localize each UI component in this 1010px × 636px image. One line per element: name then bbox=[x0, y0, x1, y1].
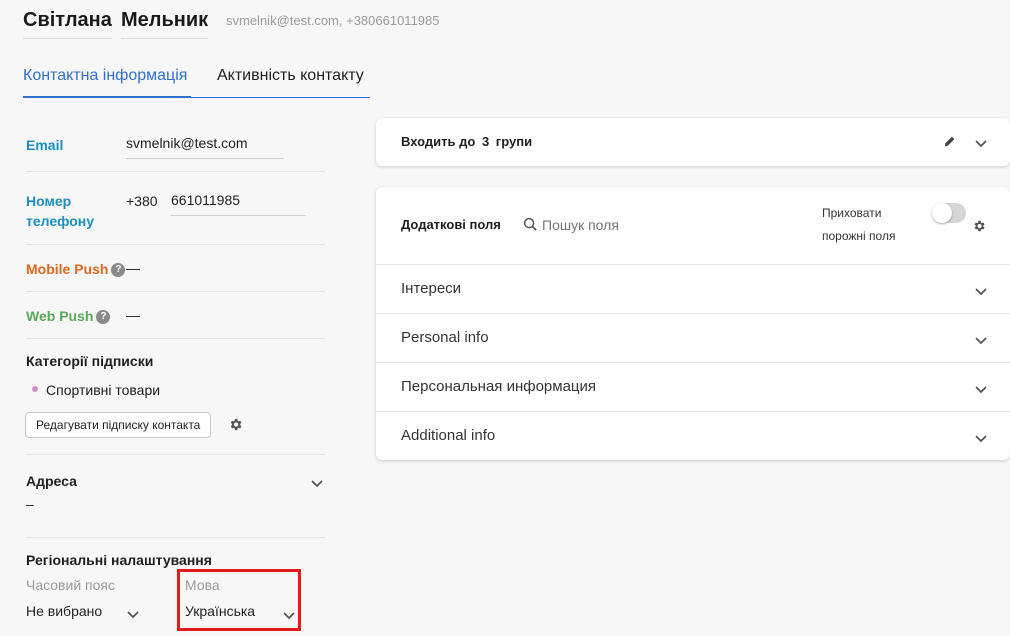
language-label: Мова bbox=[185, 577, 220, 593]
divider bbox=[376, 264, 1010, 265]
divider bbox=[376, 362, 1010, 363]
hide-empty-label-line2: порожні поля bbox=[822, 229, 896, 243]
gear-icon[interactable] bbox=[228, 417, 243, 432]
section-personal-info[interactable]: Personal info bbox=[401, 329, 489, 346]
timezone-select[interactable]: Не вибрано bbox=[26, 603, 102, 619]
email-label: Email bbox=[26, 137, 64, 153]
section-personal-information-ru[interactable]: Персональная информация bbox=[401, 378, 596, 395]
divider bbox=[26, 338, 325, 339]
search-icon bbox=[523, 217, 537, 231]
extra-fields-title: Додаткові поля bbox=[401, 217, 501, 232]
tab-contact-info[interactable]: Контактна інформація bbox=[23, 67, 187, 97]
chevron-down-icon[interactable] bbox=[125, 606, 141, 622]
divider bbox=[376, 411, 1010, 412]
help-icon[interactable]: ? bbox=[111, 263, 126, 278]
phone-label-line2: телефону bbox=[26, 213, 94, 229]
timezone-label: Часовий пояс bbox=[26, 577, 115, 593]
mobile-push-label-text: Mobile Push bbox=[26, 261, 109, 277]
subscription-categories-title: Категорії підписки bbox=[26, 353, 154, 369]
subscription-item: Спортивні товари bbox=[46, 382, 161, 398]
language-select[interactable]: Українська bbox=[185, 603, 255, 619]
chevron-down-icon[interactable] bbox=[973, 381, 989, 397]
phone-number-field[interactable]: 661011985 bbox=[171, 192, 306, 216]
mobile-push-value: — bbox=[126, 260, 140, 276]
divider bbox=[26, 171, 325, 172]
contact-summary: svmelnik@test.com, +380661011985 bbox=[226, 13, 440, 28]
groups-summary: Входить до 3 групи bbox=[401, 134, 532, 149]
gear-icon[interactable] bbox=[972, 219, 986, 233]
hide-empty-toggle[interactable] bbox=[932, 203, 966, 223]
section-interests[interactable]: Інтереси bbox=[401, 280, 461, 297]
hide-empty-label-line1: Приховати bbox=[822, 206, 882, 220]
pencil-icon[interactable] bbox=[943, 135, 956, 148]
chevron-down-icon[interactable] bbox=[281, 607, 297, 623]
web-push-label-text: Web Push bbox=[26, 308, 94, 324]
chevron-down-icon[interactable] bbox=[973, 332, 989, 348]
address-title: Адреса bbox=[26, 473, 77, 489]
extra-fields-card: Додаткові поля Приховати порожні поля Ін… bbox=[376, 187, 1010, 460]
phone-country-code[interactable]: +380 bbox=[126, 193, 158, 209]
address-value: – bbox=[26, 496, 34, 512]
divider bbox=[26, 291, 325, 292]
phone-label-line1: Номер bbox=[26, 193, 72, 209]
groups-suffix: групи bbox=[495, 134, 533, 149]
section-additional-info[interactable]: Additional info bbox=[401, 427, 495, 444]
bullet-dot bbox=[32, 386, 38, 392]
groups-card[interactable]: Входить до 3 групи bbox=[376, 118, 1010, 166]
groups-count: 3 bbox=[481, 134, 490, 149]
chevron-down-icon[interactable] bbox=[309, 475, 325, 491]
divider bbox=[26, 244, 325, 245]
active-tab-indicator bbox=[23, 96, 191, 98]
web-push-value: — bbox=[126, 307, 140, 323]
groups-prefix: Входить до bbox=[401, 134, 476, 149]
chevron-down-icon[interactable] bbox=[973, 135, 989, 151]
email-field[interactable]: svmelnik@test.com bbox=[126, 135, 284, 159]
divider bbox=[26, 537, 325, 538]
chevron-down-icon[interactable] bbox=[973, 283, 989, 299]
chevron-down-icon[interactable] bbox=[973, 430, 989, 446]
edit-subscription-button[interactable]: Редагувати підписку контакта bbox=[25, 412, 212, 438]
last-name[interactable]: Мельник bbox=[121, 9, 209, 39]
tab-contact-activity[interactable]: Активність контакту bbox=[217, 67, 364, 97]
divider bbox=[376, 313, 1010, 314]
regional-settings-title: Регіональні налаштування bbox=[26, 552, 212, 568]
help-icon[interactable]: ? bbox=[96, 310, 111, 325]
mobile-push-label: Mobile Push? bbox=[26, 261, 126, 278]
field-search-input[interactable] bbox=[542, 215, 682, 235]
toggle-knob bbox=[932, 203, 952, 223]
first-name[interactable]: Світлана bbox=[23, 9, 112, 39]
divider bbox=[26, 454, 325, 455]
web-push-label: Web Push? bbox=[26, 308, 111, 325]
